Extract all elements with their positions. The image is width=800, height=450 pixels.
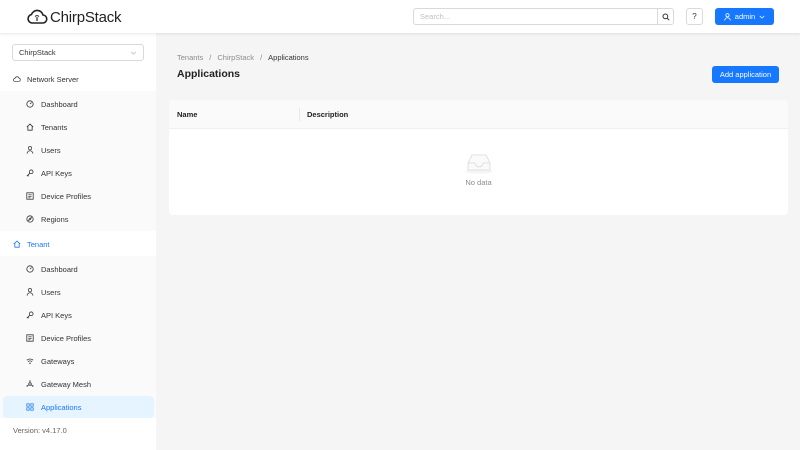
column-header-description[interactable]: Description — [307, 100, 348, 129]
dashboard-icon — [26, 100, 34, 108]
empty-state: No data — [169, 152, 788, 187]
profile-icon — [26, 334, 34, 342]
sidebar-item-label: Gateways — [41, 356, 75, 366]
breadcrumb-separator: / — [260, 53, 263, 62]
menu-group-label: Network Server — [27, 74, 79, 84]
sidebar-item-label: Regions — [41, 214, 69, 224]
sidebar-item-label: Dashboard — [41, 99, 78, 109]
search-button[interactable] — [657, 8, 674, 25]
search-input[interactable] — [413, 8, 657, 25]
breadcrumb-item-chirpstack[interactable]: ChirpStack — [217, 53, 254, 62]
add-application-button[interactable]: Add application — [712, 66, 779, 83]
breadcrumb-separator: / — [209, 53, 212, 62]
home-icon — [13, 240, 21, 248]
search-box — [413, 8, 674, 25]
empty-text: No data — [465, 178, 492, 187]
sidebar-item-tenant-gateway-mesh[interactable]: Gateway Mesh — [0, 373, 156, 395]
sidebar-item-ns-tenants[interactable]: Tenants — [0, 116, 156, 138]
applications-table: Name Description No data — [169, 100, 788, 215]
sidebar-item-label: Applications — [41, 402, 82, 412]
sidebar-item-tenant-applications[interactable]: Applications — [3, 396, 154, 418]
user-name: admin — [734, 12, 756, 21]
sidebar-item-tenant-dashboard[interactable]: Dashboard — [0, 258, 156, 280]
sidebar-item-ns-api-keys[interactable]: API Keys — [0, 162, 156, 184]
top-header: ChirpStack ? admin — [0, 0, 800, 33]
wifi-icon — [26, 357, 34, 365]
cloud-icon — [13, 75, 21, 83]
cloud-logo-icon — [27, 9, 48, 24]
sidebar-item-tenant-users[interactable]: Users — [0, 281, 156, 303]
user-menu-button[interactable]: admin — [715, 8, 774, 25]
chevron-down-icon — [759, 15, 765, 19]
chirpstack-logo[interactable]: ChirpStack — [26, 7, 122, 27]
sidebar-item-ns-regions[interactable]: Regions — [0, 208, 156, 230]
version-text: Version: v4.17.0 — [13, 426, 67, 435]
tenant-select-value: ChirpStack — [19, 48, 56, 57]
column-divider — [299, 108, 300, 121]
sidebar-item-label: Tenants — [41, 122, 68, 132]
menu-group-network-server[interactable]: Network Server — [0, 67, 156, 91]
sidebar-item-ns-device-profiles[interactable]: Device Profiles — [0, 185, 156, 207]
user-icon — [26, 288, 34, 296]
sidebar-item-label: Device Profiles — [41, 191, 92, 201]
profile-icon — [26, 192, 34, 200]
user-icon — [26, 146, 34, 154]
key-icon — [26, 169, 34, 177]
appstore-icon — [26, 403, 34, 411]
tenant-select[interactable]: ChirpStack — [12, 44, 144, 61]
chevron-down-icon — [130, 51, 137, 55]
home-icon — [26, 123, 34, 131]
user-icon — [724, 12, 731, 21]
sidebar-item-tenant-api-keys[interactable]: API Keys — [0, 304, 156, 326]
search-icon — [661, 12, 670, 21]
sidebar-item-label: Users — [41, 145, 61, 155]
sidebar-item-label: Dashboard — [41, 264, 78, 274]
sidebar-item-label: API Keys — [41, 310, 72, 320]
menu-group-label: Tenant — [27, 239, 50, 249]
key-icon — [26, 311, 34, 319]
empty-inbox-icon — [464, 154, 493, 174]
mesh-icon — [26, 380, 34, 388]
sidebar-item-label: Device Profiles — [41, 333, 92, 343]
logo-text: ChirpStack — [50, 8, 122, 26]
help-button[interactable]: ? — [686, 8, 703, 25]
breadcrumb: Tenants / ChirpStack / Applications — [177, 53, 309, 62]
sidebar-item-tenant-device-profiles[interactable]: Device Profiles — [0, 327, 156, 349]
compass-icon — [26, 215, 34, 223]
page-title: Applications — [177, 68, 241, 80]
sidebar-item-label: API Keys — [41, 168, 72, 178]
sidebar: ChirpStack Network Server Dashboard Tena… — [0, 33, 156, 450]
breadcrumb-item-tenants[interactable]: Tenants — [177, 53, 203, 62]
sidebar-item-ns-dashboard[interactable]: Dashboard — [0, 93, 156, 115]
table-header: Name Description — [169, 100, 788, 129]
sidebar-item-label: Gateway Mesh — [41, 379, 92, 389]
breadcrumb-item-applications: Applications — [268, 53, 309, 62]
dashboard-icon — [26, 265, 34, 273]
sidebar-item-ns-users[interactable]: Users — [0, 139, 156, 161]
column-header-name[interactable]: Name — [177, 100, 197, 129]
menu-group-tenant[interactable]: Tenant — [0, 232, 156, 256]
sidebar-item-label: Users — [41, 287, 61, 297]
sidebar-item-tenant-gateways[interactable]: Gateways — [0, 350, 156, 372]
